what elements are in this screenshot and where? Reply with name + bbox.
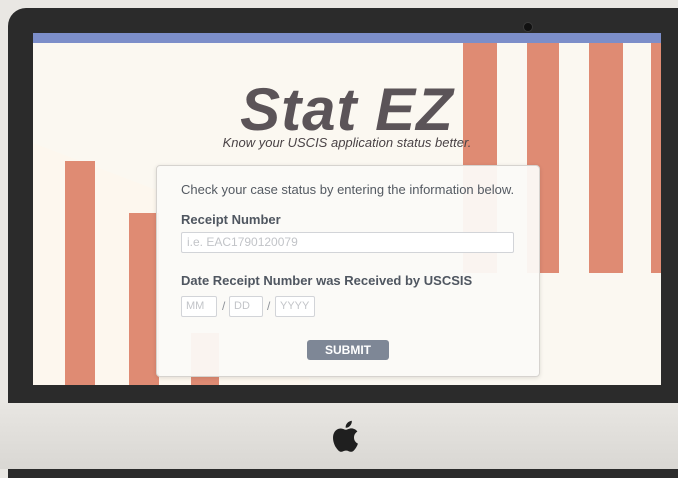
app-logo: Stat EZ [240, 76, 454, 143]
date-separator: / [222, 299, 226, 313]
date-separator: / [267, 299, 271, 313]
apple-logo-icon [332, 418, 362, 454]
status-form-card: Check your case status by entering the i… [156, 165, 540, 377]
submit-button[interactable]: SUBMIT [307, 340, 389, 360]
top-accent-bar [33, 33, 661, 43]
tagline: Know your USCIS application status bette… [222, 135, 472, 150]
form-intro: Check your case status by entering the i… [181, 182, 515, 197]
receipt-number-label: Receipt Number [181, 212, 281, 227]
date-received-label: Date Receipt Number was Received by USCS… [181, 273, 473, 288]
receipt-number-input[interactable]: i.e. EAC1790120079 [181, 232, 514, 253]
camera-icon [523, 22, 533, 32]
screen: Stat EZ Know your USCIS application stat… [33, 33, 661, 385]
year-input[interactable]: YYYY [275, 296, 315, 317]
stripe [129, 213, 159, 385]
stripe [65, 161, 95, 385]
month-input[interactable]: MM [181, 296, 217, 317]
day-input[interactable]: DD [229, 296, 263, 317]
